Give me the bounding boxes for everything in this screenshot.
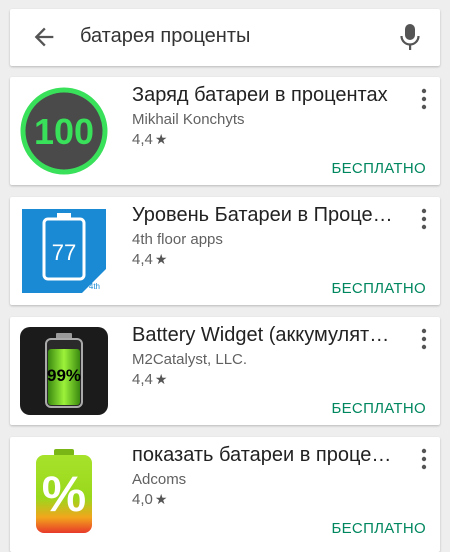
battery-percent-100-icon: 100 xyxy=(20,87,108,175)
icon-label: % xyxy=(42,466,86,522)
app-card[interactable]: % показать батареи в проце… Adcoms 4,0 ★ … xyxy=(10,437,440,552)
svg-text:4th: 4th xyxy=(89,282,100,291)
app-developer: M2Catalyst, LLC. xyxy=(132,351,248,368)
search-input[interactable]: батарея проценты xyxy=(80,25,250,48)
app-rating: 4,4 ★ xyxy=(132,131,167,148)
star-icon: ★ xyxy=(154,131,168,147)
microphone-icon[interactable] xyxy=(398,22,422,52)
star-icon: ★ xyxy=(154,371,168,387)
install-button[interactable]: БЕСПЛАТНО xyxy=(331,160,426,177)
app-title[interactable]: Заряд батареи в процентах xyxy=(132,84,392,107)
star-icon: ★ xyxy=(154,251,168,267)
app-title[interactable]: Battery Widget (аккумулят… xyxy=(132,324,392,347)
more-options-icon[interactable] xyxy=(419,208,429,230)
install-button[interactable]: БЕСПЛАТНО xyxy=(331,520,426,537)
install-button[interactable]: БЕСПЛАТНО xyxy=(331,280,426,297)
star-icon: ★ xyxy=(154,491,168,507)
more-options-icon[interactable] xyxy=(419,328,429,350)
app-card[interactable]: 99% Battery Widget (аккумулят… M2Catalys… xyxy=(10,317,440,425)
install-button[interactable]: БЕСПЛАТНО xyxy=(331,400,426,417)
icon-label: 77 xyxy=(52,240,76,265)
app-developer: Adcoms xyxy=(132,471,187,488)
rating-value: 4,4 xyxy=(132,251,153,268)
search-bar[interactable]: батарея проценты xyxy=(10,9,440,66)
rating-value: 4,0 xyxy=(132,491,153,508)
icon-label: 100 xyxy=(34,111,94,152)
battery-widget-99-icon: 99% xyxy=(20,327,108,415)
app-rating: 4,4 ★ xyxy=(132,251,167,268)
app-rating: 4,0 ★ xyxy=(132,491,167,508)
battery-level-77-icon: 77 4th xyxy=(22,209,106,293)
app-title[interactable]: Уровень Батареи в Проце… xyxy=(132,204,392,227)
more-options-icon[interactable] xyxy=(419,88,429,110)
icon-label: 99% xyxy=(47,366,81,385)
app-developer: 4th floor apps xyxy=(132,231,223,248)
app-title[interactable]: показать батареи в проце… xyxy=(132,444,392,467)
app-card[interactable]: 100 Заряд батареи в процентах Mikhail Ko… xyxy=(10,77,440,185)
rating-value: 4,4 xyxy=(132,371,153,388)
more-options-icon[interactable] xyxy=(419,448,429,470)
rating-value: 4,4 xyxy=(132,131,153,148)
app-rating: 4,4 ★ xyxy=(132,371,167,388)
app-developer: Mikhail Konchyts xyxy=(132,111,245,128)
arrow-back-icon[interactable] xyxy=(30,23,58,51)
app-card[interactable]: 77 4th Уровень Батареи в Проце… 4th floo… xyxy=(10,197,440,305)
battery-percent-sign-icon: % xyxy=(36,449,92,533)
